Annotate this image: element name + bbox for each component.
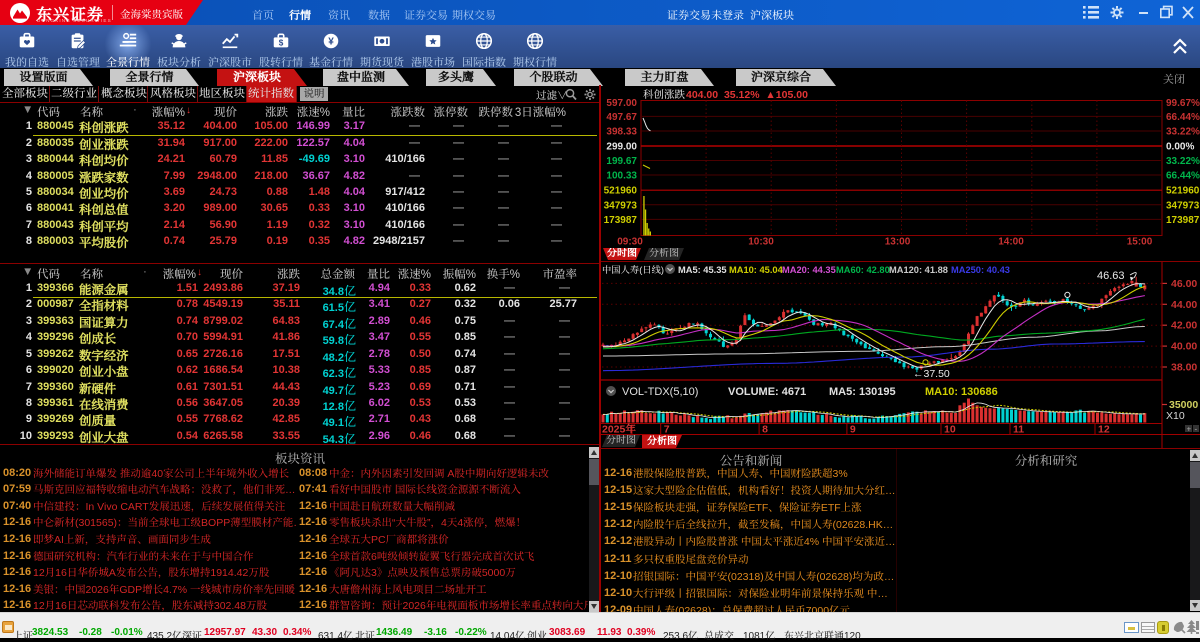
- svg-text:100.33: 100.33: [606, 171, 637, 182]
- svg-text:¥: ¥: [328, 37, 334, 48]
- svg-text:173987: 173987: [604, 215, 638, 226]
- svg-text:66.44%: 66.44%: [1166, 171, 1200, 182]
- svg-text:199.67: 199.67: [606, 156, 637, 167]
- svg-text:33.22%: 33.22%: [1166, 156, 1200, 167]
- svg-text:15:00: 15:00: [1127, 237, 1153, 248]
- svg-text:347973: 347973: [604, 200, 638, 211]
- svg-text:7: 7: [664, 424, 670, 436]
- svg-text:X10: X10: [1166, 410, 1185, 422]
- svg-text:MA250: 40.43: MA250: 40.43: [951, 265, 1010, 275]
- svg-text:99.67%: 99.67%: [1166, 98, 1200, 109]
- svg-text:497.67: 497.67: [606, 112, 637, 123]
- svg-text:33.22%: 33.22%: [1166, 127, 1200, 138]
- svg-text:0.00%: 0.00%: [1166, 142, 1194, 153]
- svg-text:299.00: 299.00: [606, 142, 637, 153]
- svg-text:+: +: [1187, 425, 1192, 434]
- svg-text:-: -: [1195, 425, 1198, 434]
- svg-text:09:30: 09:30: [617, 237, 643, 248]
- svg-text:12: 12: [1098, 424, 1110, 436]
- svg-text:MA120: 41.88: MA120: 41.88: [889, 265, 948, 275]
- svg-text:10:30: 10:30: [748, 237, 774, 248]
- svg-text:44.00: 44.00: [1171, 299, 1197, 311]
- svg-text:←37.50: ←37.50: [913, 368, 950, 380]
- svg-text:MA10: 45.04: MA10: 45.04: [729, 265, 784, 275]
- svg-text:中国人寿(日线): 中国人寿(日线): [602, 265, 664, 275]
- svg-text:46.63: 46.63: [1097, 270, 1125, 282]
- svg-text:521960: 521960: [1166, 186, 1200, 197]
- svg-text:MA5: 45.35: MA5: 45.35: [678, 265, 727, 275]
- svg-text:$: $: [279, 39, 284, 48]
- svg-text:VOL-TDX(5,10): VOL-TDX(5,10): [622, 386, 698, 398]
- svg-text:347973: 347973: [1166, 200, 1200, 211]
- svg-text:404.00 35.12% ▲105.00: 404.00 35.12% ▲105.00: [686, 89, 808, 101]
- svg-text:8: 8: [762, 424, 768, 436]
- svg-text:MA10: 130686: MA10: 130686: [925, 386, 998, 398]
- svg-text:521960: 521960: [604, 186, 638, 197]
- svg-text:MA5: 130195: MA5: 130195: [829, 386, 896, 398]
- svg-text:MA20: 44.35: MA20: 44.35: [782, 265, 836, 275]
- svg-text:66.44%: 66.44%: [1166, 112, 1200, 123]
- svg-text:2025年: 2025年: [602, 423, 636, 436]
- svg-text:10: 10: [944, 424, 956, 436]
- svg-text:11: 11: [1013, 424, 1024, 436]
- svg-text:9: 9: [850, 424, 856, 436]
- svg-text:40.00: 40.00: [1171, 341, 1197, 353]
- svg-text:VOLUME: 4671: VOLUME: 4671: [728, 386, 806, 398]
- svg-text:398.33: 398.33: [606, 127, 637, 138]
- svg-text:13:00: 13:00: [885, 237, 911, 248]
- svg-text:14:00: 14:00: [998, 237, 1024, 248]
- svg-text:173987: 173987: [1166, 215, 1200, 226]
- svg-text:科创涨跌: 科创涨跌: [643, 89, 685, 101]
- svg-text:42.00: 42.00: [1171, 320, 1197, 332]
- svg-text:46.00: 46.00: [1171, 278, 1197, 290]
- svg-text:38.00: 38.00: [1171, 362, 1197, 374]
- svg-text:597.00: 597.00: [606, 98, 637, 109]
- svg-text:MA60: 42.80: MA60: 42.80: [836, 265, 890, 275]
